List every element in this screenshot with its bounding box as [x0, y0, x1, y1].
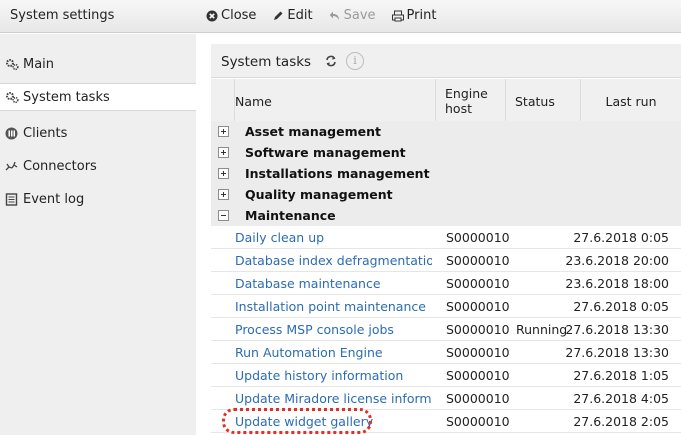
collapse-icon[interactable]: [218, 210, 229, 221]
undo-icon: [329, 10, 341, 22]
column-header-label: Name: [235, 93, 272, 109]
task-last-run: 27.6.2018 0:05: [573, 230, 669, 245]
group-label: Maintenance: [245, 208, 336, 223]
expand-icon[interactable]: [218, 126, 229, 137]
task-host: S0000010: [446, 345, 510, 360]
column-header-label: host: [445, 101, 472, 116]
clients-icon: [5, 127, 20, 140]
column-header-label: Engine: [445, 86, 488, 101]
highlight-annotation: [222, 408, 372, 434]
group-row-software-management[interactable]: Software management: [211, 142, 681, 163]
group-row-maintenance[interactable]: Maintenance: [211, 205, 681, 226]
task-host: S0000010: [446, 230, 510, 245]
column-header-last-run[interactable]: Last run: [581, 79, 681, 123]
edit-button[interactable]: Edit: [272, 8, 313, 23]
task-name-link[interactable]: Installation point maintenance: [235, 299, 432, 314]
page-title: System tasks: [221, 54, 312, 70]
expand-icon[interactable]: [218, 189, 229, 200]
sidebar-item-label: Clients: [23, 125, 68, 141]
task-host: S0000010: [446, 414, 510, 429]
close-label: Close: [221, 8, 257, 23]
group-label: Quality management: [245, 187, 393, 202]
sidebar-item-label: Event log: [23, 191, 85, 207]
top-bar: System settings Close Edit Save Print: [0, 0, 681, 33]
close-button[interactable]: Close: [206, 8, 256, 23]
sidebar-item-connectors[interactable]: Connectors: [0, 152, 196, 180]
task-host: S0000010: [446, 391, 510, 406]
gears-icon: [5, 91, 20, 104]
task-last-run: 27.6.2018 1:05: [573, 368, 669, 383]
task-status: Running: [516, 322, 568, 337]
table-row[interactable]: Database index defragmentation S0000010 …: [211, 249, 681, 272]
panel-header: System tasks i: [211, 44, 681, 78]
sidebar-item-main[interactable]: Main: [0, 50, 196, 78]
task-last-run: 27.6.2018 13:30: [565, 322, 669, 337]
column-header-label: Status: [515, 93, 555, 109]
group-label: Software management: [245, 145, 406, 160]
info-icon[interactable]: i: [346, 52, 364, 70]
pencil-icon: [272, 10, 284, 22]
print-icon: [391, 10, 404, 22]
expand-icon[interactable]: [218, 168, 229, 179]
column-header-status[interactable]: Status: [506, 79, 581, 123]
sidebar-item-clients[interactable]: Clients: [0, 119, 196, 147]
app-title: System settings: [10, 8, 115, 23]
refresh-icon[interactable]: [324, 54, 338, 68]
task-name-link[interactable]: Daily clean up: [235, 230, 432, 245]
event-log-icon: [5, 192, 20, 206]
column-header-label: Last run: [605, 93, 657, 109]
group-row-asset-management[interactable]: Asset management: [211, 121, 681, 142]
expand-icon[interactable]: [218, 147, 229, 158]
task-host: S0000010: [446, 322, 510, 337]
task-last-run: 23.6.2018 20:00: [565, 253, 669, 268]
column-header-name[interactable]: Name: [235, 79, 436, 123]
gears-icon: [5, 58, 20, 71]
group-row-installations-management[interactable]: Installations management: [211, 163, 681, 184]
table-row[interactable]: Update history information S0000010 27.6…: [211, 364, 681, 387]
column-header-engine-host[interactable]: Engine host: [436, 79, 506, 123]
header-expander-col: [211, 79, 235, 123]
task-host: S0000010: [446, 253, 510, 268]
task-last-run: 27.6.2018 4:05: [573, 391, 669, 406]
connectors-icon: [5, 160, 20, 173]
task-name-link[interactable]: Database index defragmentation: [235, 253, 432, 268]
table-row[interactable]: Daily clean up S0000010 27.6.2018 0:05: [211, 226, 681, 249]
table-row[interactable]: Run Automation Engine S0000010 27.6.2018…: [211, 341, 681, 364]
table-row[interactable]: Database maintenance S0000010 23.6.2018 …: [211, 272, 681, 295]
group-row-quality-management[interactable]: Quality management: [211, 184, 681, 205]
task-name-link[interactable]: Update history information: [235, 368, 432, 383]
task-last-run: 23.6.2018 18:00: [565, 276, 669, 291]
task-last-run: 27.6.2018 13:30: [565, 345, 669, 360]
sidebar-item-event-log[interactable]: Event log: [0, 185, 196, 213]
task-name-link[interactable]: Run Automation Engine: [235, 345, 432, 360]
print-label: Print: [406, 8, 437, 23]
edit-label: Edit: [287, 8, 313, 23]
task-host: S0000010: [446, 299, 510, 314]
print-button[interactable]: Print: [391, 8, 437, 23]
task-last-run: 27.6.2018 2:05: [573, 414, 669, 429]
task-name-link[interactable]: Process MSP console jobs: [235, 322, 432, 337]
close-icon: [206, 10, 218, 22]
group-label: Asset management: [245, 124, 381, 139]
task-last-run: 27.6.2018 0:05: [573, 299, 669, 314]
task-host: S0000010: [446, 368, 510, 383]
save-button[interactable]: Save: [329, 8, 376, 23]
task-name-link[interactable]: Update Miradore license informa...: [235, 391, 432, 406]
group-label: Installations management: [245, 166, 430, 181]
table-row[interactable]: Update Miradore license informa... S0000…: [211, 387, 681, 410]
task-host: S0000010: [446, 276, 510, 291]
main-panel: System tasks i Name Engine host Status L…: [211, 44, 681, 435]
table-row[interactable]: Installation point maintenance S0000010 …: [211, 295, 681, 318]
task-name-link[interactable]: Database maintenance: [235, 276, 432, 291]
sidebar-item-label: Connectors: [23, 158, 97, 174]
toolbar: Close Edit Save Print: [206, 8, 452, 23]
sidebar-item-system-tasks[interactable]: System tasks: [0, 83, 196, 111]
sidebar-item-label: System tasks: [23, 89, 110, 105]
sidebar: Main System tasks Clients Connectors Eve…: [0, 34, 196, 435]
save-label: Save: [343, 8, 376, 23]
sidebar-item-label: Main: [23, 56, 55, 72]
table-row[interactable]: Process MSP console jobs S0000010 Runnin…: [211, 318, 681, 341]
